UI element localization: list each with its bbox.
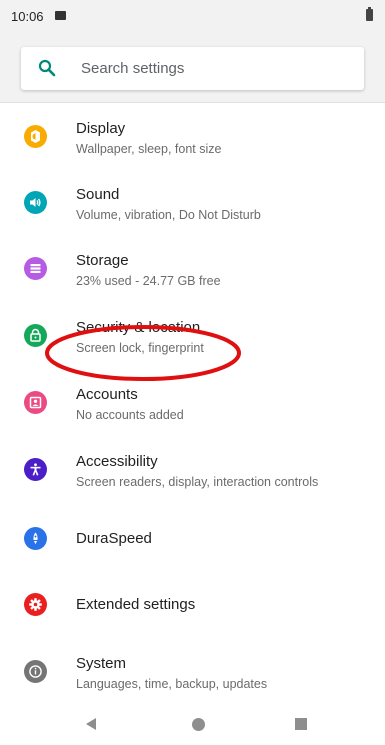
info-icon — [24, 660, 47, 683]
settings-item-accounts[interactable]: Accounts No accounts added — [0, 369, 385, 435]
status-bar: 10:06 — [0, 0, 385, 34]
storage-icon — [24, 257, 47, 280]
settings-item-subtitle: Wallpaper, sleep, font size — [76, 142, 222, 156]
settings-item-title: Storage — [76, 252, 129, 269]
home-button[interactable] — [192, 718, 205, 731]
search-bar[interactable] — [21, 47, 364, 90]
settings-item-title: Extended settings — [76, 596, 196, 613]
settings-item-title: Accessibility — [76, 453, 158, 470]
settings-item-title: Security & location — [76, 319, 201, 336]
lock-icon — [24, 324, 47, 347]
settings-header — [0, 34, 385, 103]
settings-item-subtitle: Screen lock, fingerprint — [76, 341, 204, 355]
settings-item-duraspeed[interactable]: DuraSpeed — [0, 505, 385, 571]
navigation-bar — [0, 705, 385, 745]
settings-item-security[interactable]: Security & location Screen lock, fingerpr… — [0, 302, 385, 368]
settings-item-display[interactable]: Display Wallpaper, sleep, font size — [0, 103, 385, 169]
settings-item-subtitle: 23% used - 24.77 GB free — [76, 274, 221, 288]
account-icon — [24, 391, 47, 414]
brightness-icon — [24, 125, 47, 148]
settings-item-extended[interactable]: Extended settings — [0, 571, 385, 637]
settings-item-subtitle: Screen readers, display, interaction con… — [76, 475, 319, 489]
back-button[interactable] — [84, 717, 98, 731]
settings-item-title: DuraSpeed — [76, 530, 152, 547]
settings-item-sound[interactable]: Sound Volume, vibration, Do Not Disturb — [0, 169, 385, 235]
battery-icon — [366, 7, 373, 21]
settings-item-accessibility[interactable]: Accessibility Screen readers, display, in… — [0, 436, 385, 502]
gear-icon — [24, 593, 47, 616]
rocket-icon — [24, 527, 47, 550]
status-time: 10:06 — [11, 9, 44, 24]
search-input[interactable] — [81, 47, 351, 90]
settings-item-title: Sound — [76, 186, 120, 203]
recents-button[interactable] — [295, 718, 307, 730]
settings-item-subtitle: Languages, time, backup, updates — [76, 677, 268, 691]
volume-icon — [24, 191, 47, 214]
settings-item-title: Accounts — [76, 386, 138, 403]
notification-icon — [55, 11, 66, 20]
settings-item-subtitle: No accounts added — [76, 408, 184, 422]
back-triangle-icon — [86, 718, 96, 730]
accessibility-icon — [24, 458, 47, 481]
settings-item-title: Display — [76, 120, 126, 137]
settings-item-storage[interactable]: Storage 23% used - 24.77 GB free — [0, 235, 385, 301]
search-icon — [38, 59, 56, 77]
settings-item-subtitle: Volume, vibration, Do Not Disturb — [76, 208, 261, 222]
settings-item-title: System — [76, 655, 127, 672]
settings-item-system[interactable]: System Languages, time, backup, updates — [0, 638, 385, 704]
